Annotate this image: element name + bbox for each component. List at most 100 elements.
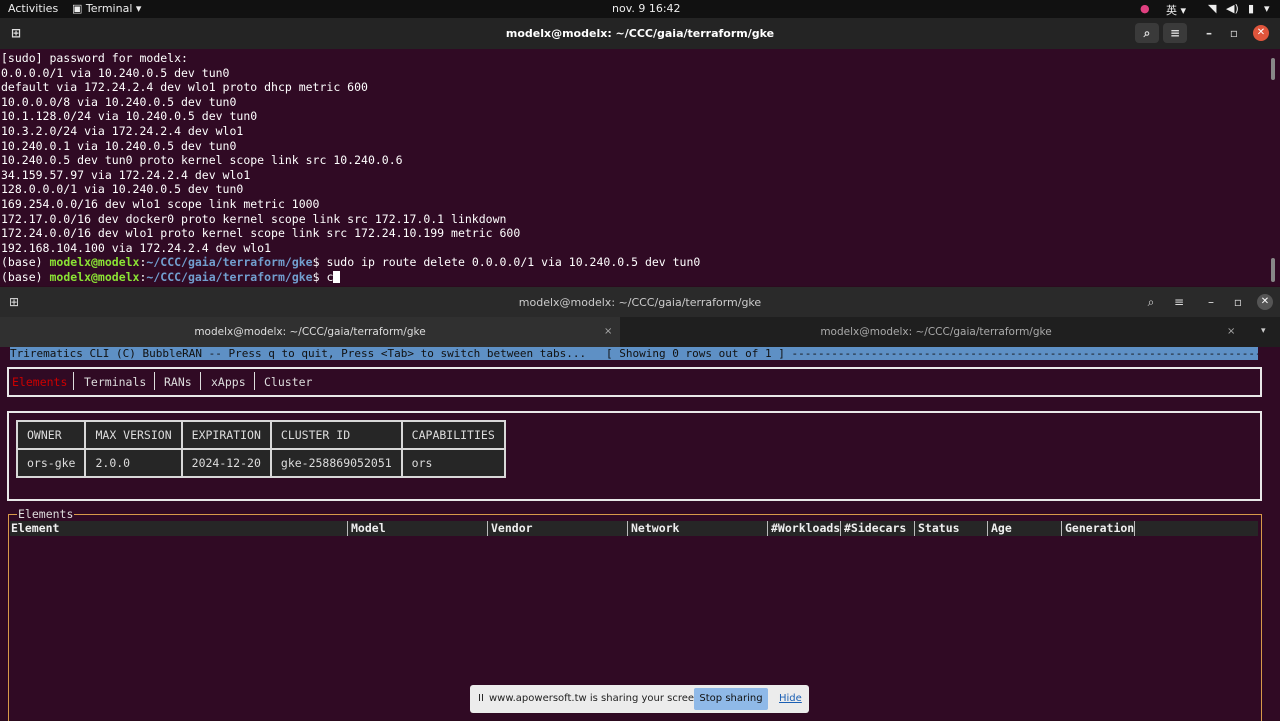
terminal-window-top: ⊞ modelx@modelx: ~/CCC/gaia/terraform/gk… (0, 18, 1280, 286)
command-input[interactable]: c (326, 270, 333, 284)
prompt-line: (base) modelx@modelx:~/CCC/gaia/terrafor… (0, 270, 1270, 285)
input-method[interactable]: 英 ▾ (1166, 2, 1186, 18)
tab-1[interactable]: modelx@modelx: ~/CCC/gaia/terraform/gke … (0, 317, 620, 347)
menu-item-cluster[interactable]: Cluster (264, 375, 312, 389)
column-header: OWNER (15, 420, 87, 450)
column-header[interactable]: Age (991, 521, 1012, 536)
app-indicator-icon[interactable]: ● (1140, 2, 1150, 15)
share-message: www.apowersoft.tw is sharing your screen… (489, 693, 704, 704)
terminal-output[interactable]: [sudo] password for modelx: 0.0.0.0/1 vi… (0, 51, 1270, 285)
hamburger-menu-icon[interactable]: ≡ (1163, 23, 1187, 43)
table-header-row: OWNER MAX VERSION EXPIRATION CLUSTER ID … (15, 420, 506, 450)
hamburger-menu-icon[interactable]: ≡ (1170, 293, 1188, 311)
menu-item-xapps[interactable]: xApps (211, 375, 246, 389)
output-line: [sudo] password for modelx: (1, 51, 188, 65)
prompt-dollar: $ (312, 269, 327, 284)
close-tab-icon[interactable]: × (1227, 317, 1235, 347)
command-text: sudo ip route delete 0.0.0.0/1 via 10.24… (326, 255, 701, 270)
prompt-line: (base) modelx@modelx:~/CCC/gaia/terrafor… (0, 255, 1270, 270)
column-header: CAPABILITIES (400, 420, 506, 450)
tab-label: modelx@modelx: ~/CCC/gaia/terraform/gke (820, 326, 1052, 338)
window-title: modelx@modelx: ~/CCC/gaia/terraform/gke (518, 296, 762, 309)
activities-button[interactable]: Activities (8, 2, 58, 15)
column-header[interactable]: Generation (1065, 521, 1134, 536)
tab-2[interactable]: modelx@modelx: ~/CCC/gaia/terraform/gke … (621, 317, 1251, 347)
column-divider (487, 521, 488, 536)
column-header[interactable]: Vendor (491, 521, 533, 536)
prompt-user: modelx@modelx (49, 269, 140, 284)
column-header[interactable]: Model (351, 521, 386, 536)
close-icon[interactable]: ✕ (1253, 25, 1269, 41)
tab-menu-chevron-icon[interactable]: ▾ (1261, 326, 1266, 336)
prompt-env: (base) (1, 255, 50, 270)
minimize-icon[interactable]: – (1202, 293, 1220, 311)
tui-menu: Elements Terminals RANs xApps Cluster (7, 367, 1262, 397)
output-line: 10.240.0.1 via 10.240.0.5 dev tun0 (1, 138, 237, 153)
search-icon[interactable]: ⌕ (1142, 293, 1160, 311)
menu-divider (254, 372, 255, 390)
table-cell: 2.0.0 (84, 448, 183, 478)
app-menu[interactable]: ▣ Terminal ▾ (72, 2, 141, 15)
column-divider (840, 521, 841, 536)
titlebar: ⊞ modelx@modelx: ~/CCC/gaia/terraform/gk… (0, 18, 1280, 49)
wifi-icon[interactable]: ◥ (1208, 2, 1216, 15)
prompt-dollar: $ (312, 255, 327, 270)
column-header[interactable]: Status (918, 521, 960, 536)
screen-share-bar: II www.apowersoft.tw is sharing your scr… (470, 685, 809, 713)
prompt-path: ~/CCC/gaia/terraform/gke (146, 255, 313, 270)
maximize-icon[interactable]: ▫ (1225, 24, 1243, 42)
output-line: default via 172.24.2.4 dev wlo1 proto dh… (1, 80, 368, 95)
menu-item-terminals[interactable]: Terminals (84, 375, 146, 389)
hide-link[interactable]: Hide (779, 693, 802, 704)
table-row: ors-gke 2.0.0 2024-12-20 gke-25886905205… (15, 448, 506, 478)
table-cell: ors (400, 448, 506, 478)
volume-icon[interactable]: ◀) (1226, 2, 1239, 15)
column-divider (914, 521, 915, 536)
column-header[interactable]: #Workloads (771, 521, 840, 536)
close-icon[interactable]: ✕ (1257, 294, 1273, 310)
cluster-info-table: OWNER MAX VERSION EXPIRATION CLUSTER ID … (15, 420, 506, 478)
tab-bar: modelx@modelx: ~/CCC/gaia/terraform/gke … (0, 317, 1280, 347)
battery-icon[interactable]: ▮ (1248, 2, 1254, 15)
output-line: 0.0.0.0/1 via 10.240.0.5 dev tun0 (1, 65, 230, 80)
column-header: EXPIRATION (180, 420, 272, 450)
text-cursor (333, 270, 341, 283)
output-line: 10.1.128.0/24 via 10.240.0.5 dev tun0 (1, 109, 258, 124)
output-line: 10.0.0.0/8 via 10.240.0.5 dev tun0 (1, 94, 237, 109)
clock[interactable]: nov. 9 16:42 (612, 2, 681, 15)
column-header[interactable]: Network (631, 521, 679, 536)
menu-divider (73, 372, 74, 390)
elements-table-header: Element Model Vendor Network #Workloads … (10, 521, 1258, 536)
column-divider (1061, 521, 1062, 536)
stop-sharing-button[interactable]: Stop sharing (694, 688, 768, 710)
output-line: 10.240.0.5 dev tun0 proto kernel scope l… (1, 153, 403, 168)
menu-divider (154, 372, 155, 390)
output-line: 128.0.0.0/1 via 10.240.0.5 dev tun0 (1, 182, 244, 197)
column-divider (767, 521, 768, 536)
cluster-info-panel: OWNER MAX VERSION EXPIRATION CLUSTER ID … (7, 411, 1262, 501)
menu-item-rans[interactable]: RANs (164, 375, 192, 389)
table-cell: 2024-12-20 (180, 448, 272, 478)
close-tab-icon[interactable]: × (604, 317, 612, 347)
window-title: modelx@modelx: ~/CCC/gaia/terraform/gke (505, 27, 775, 40)
column-divider (347, 521, 348, 536)
tab-label: modelx@modelx: ~/CCC/gaia/terraform/gke (194, 326, 426, 338)
output-line: 192.168.104.100 via 172.24.2.4 dev wlo1 (1, 240, 272, 255)
terminal-icon: ▣ (72, 2, 86, 15)
column-header[interactable]: #Sidecars (844, 521, 906, 536)
scrollbar-thumb[interactable] (1271, 58, 1275, 80)
output-line: 10.3.2.0/24 via 172.24.2.4 dev wlo1 (1, 123, 244, 138)
column-divider (987, 521, 988, 536)
minimize-icon[interactable]: – (1200, 24, 1218, 42)
output-line: 172.17.0.0/16 dev docker0 proto kernel s… (1, 211, 507, 226)
menu-item-elements[interactable]: Elements (12, 375, 67, 389)
chevron-down-icon: ▾ (132, 2, 142, 15)
scrollbar-thumb-bottom[interactable] (1271, 258, 1275, 282)
prompt-user: modelx@modelx (49, 255, 140, 270)
system-menu-icon[interactable]: ▾ (1264, 2, 1270, 15)
app-name: Terminal (85, 2, 133, 15)
column-header: CLUSTER ID (269, 420, 403, 450)
search-icon[interactable]: ⌕ (1135, 23, 1159, 43)
maximize-icon[interactable]: ▫ (1229, 293, 1247, 311)
column-header[interactable]: Element (11, 521, 59, 536)
